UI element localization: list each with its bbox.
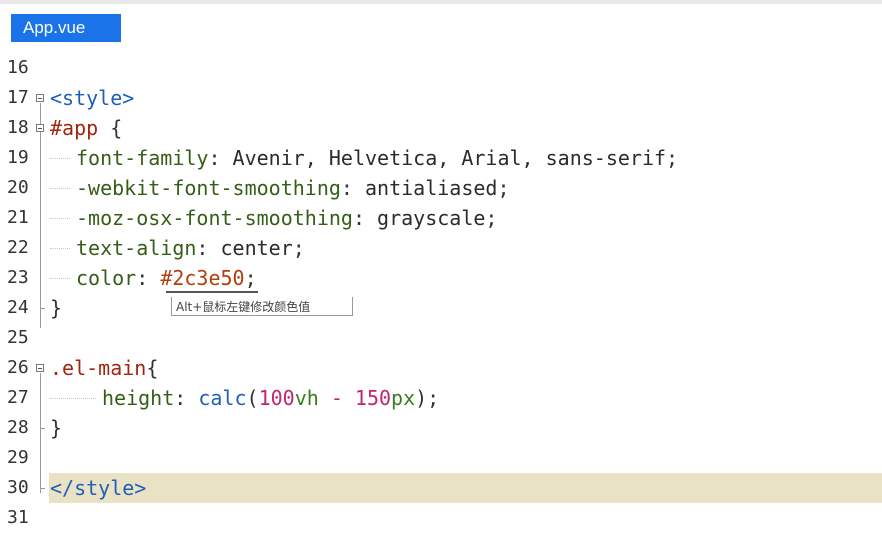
indent-guide (50, 398, 96, 399)
number-token: 100 (258, 386, 295, 410)
punctuation-token: ( (246, 386, 259, 410)
line-number: 23 (7, 267, 29, 288)
fold-toggle-icon[interactable] (36, 94, 44, 102)
punctuation-token: ; (666, 146, 679, 170)
code-editor[interactable]: 16 17 <style> 18 #app { 19 font-family: … (0, 53, 882, 529)
code-line: 22 text-align: center; (0, 233, 882, 263)
punctuation-token: : (352, 206, 378, 230)
indent-guide (50, 248, 70, 249)
function-token: calc (198, 386, 247, 410)
line-number: 16 (7, 57, 29, 78)
value-token: center (220, 236, 293, 260)
code-line: 25 (0, 323, 882, 353)
property-token: -moz-osx-font-smoothing (76, 206, 353, 230)
unit-token: px (391, 386, 416, 410)
code-text: #app { (50, 113, 122, 143)
line-number: 24 (7, 297, 29, 318)
property-token: color (76, 266, 137, 290)
line-number: 29 (7, 447, 29, 468)
code-text: } (50, 413, 62, 443)
line-number: 18 (7, 117, 29, 138)
tag-token: <style> (50, 86, 135, 110)
color-value-token[interactable]: #2c3e50 (160, 266, 244, 290)
punctuation-token: } (50, 416, 63, 440)
line-number: 27 (7, 387, 29, 408)
value-token: antialiased (365, 176, 498, 200)
code-line: 29 (0, 443, 882, 473)
punctuation-token: : (174, 386, 199, 410)
property-token: text-align (76, 236, 197, 260)
line-number: 21 (7, 207, 29, 228)
fold-toggle-icon[interactable] (36, 364, 44, 372)
code-text: height: calc(100vh - 150px); (102, 383, 439, 413)
value-token: grayscale (377, 206, 486, 230)
code-text: .el-main{ (50, 353, 158, 383)
property-token: font-family (76, 146, 209, 170)
fold-toggle-icon[interactable] (36, 124, 44, 132)
code-text: </style> (50, 473, 146, 503)
code-text: color: #2c3e50; (76, 263, 257, 293)
punctuation-token: : (208, 146, 233, 170)
code-line: 21 -moz-osx-font-smoothing: grayscale; (0, 203, 882, 233)
line-number: 22 (7, 237, 29, 258)
code-line: 16 (0, 53, 882, 83)
line-number: 20 (7, 177, 29, 198)
punctuation-token: ; (485, 206, 498, 230)
code-line: 27 height: calc(100vh - 150px); (0, 383, 882, 413)
code-text: -moz-osx-font-smoothing: grayscale; (76, 203, 497, 233)
code-line: 23 color: #2c3e50; (0, 263, 882, 293)
indent-guide (50, 188, 70, 189)
tab-label: App.vue (23, 18, 86, 37)
line-number: 19 (7, 147, 29, 168)
punctuation-token: : (196, 236, 221, 260)
code-text: <style> (50, 83, 134, 113)
code-line: 26 .el-main{ (0, 353, 882, 383)
punctuation-token: ; (244, 266, 257, 290)
operator-token: - (318, 386, 355, 410)
property-token: height (102, 386, 175, 410)
code-line: 20 -webkit-font-smoothing: antialiased; (0, 173, 882, 203)
tooltip-text: Alt+鼠标左键修改颜色值 (176, 300, 311, 314)
punctuation-token: { (98, 116, 123, 140)
punctuation-token: : (136, 266, 161, 290)
indent-guide (50, 218, 70, 219)
line-number: 17 (7, 87, 29, 108)
code-text: -webkit-font-smoothing: antialiased; (76, 173, 510, 203)
color-value-underline (166, 291, 258, 293)
top-border (0, 0, 882, 4)
line-number: 30 (7, 477, 29, 498)
code-line: 17 <style> (0, 83, 882, 113)
line-number: 26 (7, 357, 29, 378)
unit-token: vh (294, 386, 319, 410)
selector-token: #app (50, 116, 99, 140)
indent-guide (50, 158, 70, 159)
selector-token: .el-main (50, 356, 147, 380)
color-hint-tooltip: Alt+鼠标左键修改颜色值 (171, 297, 353, 316)
punctuation-token: ; (292, 236, 305, 260)
value-token: Avenir, Helvetica, Arial, sans-serif (232, 146, 667, 170)
code-line: 18 #app { (0, 113, 882, 143)
line-number: 25 (7, 327, 29, 348)
property-token: -webkit-font-smoothing (76, 176, 341, 200)
code-text: } (50, 293, 62, 323)
punctuation-token: ); (415, 386, 440, 410)
code-line: 30 </style> (0, 473, 882, 503)
code-text: text-align: center; (76, 233, 305, 263)
punctuation-token: } (50, 296, 63, 320)
number-token: 150 (354, 386, 392, 410)
punctuation-token: ; (497, 176, 510, 200)
tag-token: </style> (50, 476, 147, 500)
tab-app-vue[interactable]: App.vue (11, 14, 121, 42)
code-line: 28 } (0, 413, 882, 443)
code-line: 24 } (0, 293, 882, 323)
punctuation-token: : (340, 176, 365, 200)
indent-guide (50, 278, 70, 279)
code-line: 19 font-family: Avenir, Helvetica, Arial… (0, 143, 882, 173)
punctuation-token: { (146, 356, 159, 380)
line-number: 28 (7, 417, 29, 438)
code-text: font-family: Avenir, Helvetica, Arial, s… (76, 143, 678, 173)
